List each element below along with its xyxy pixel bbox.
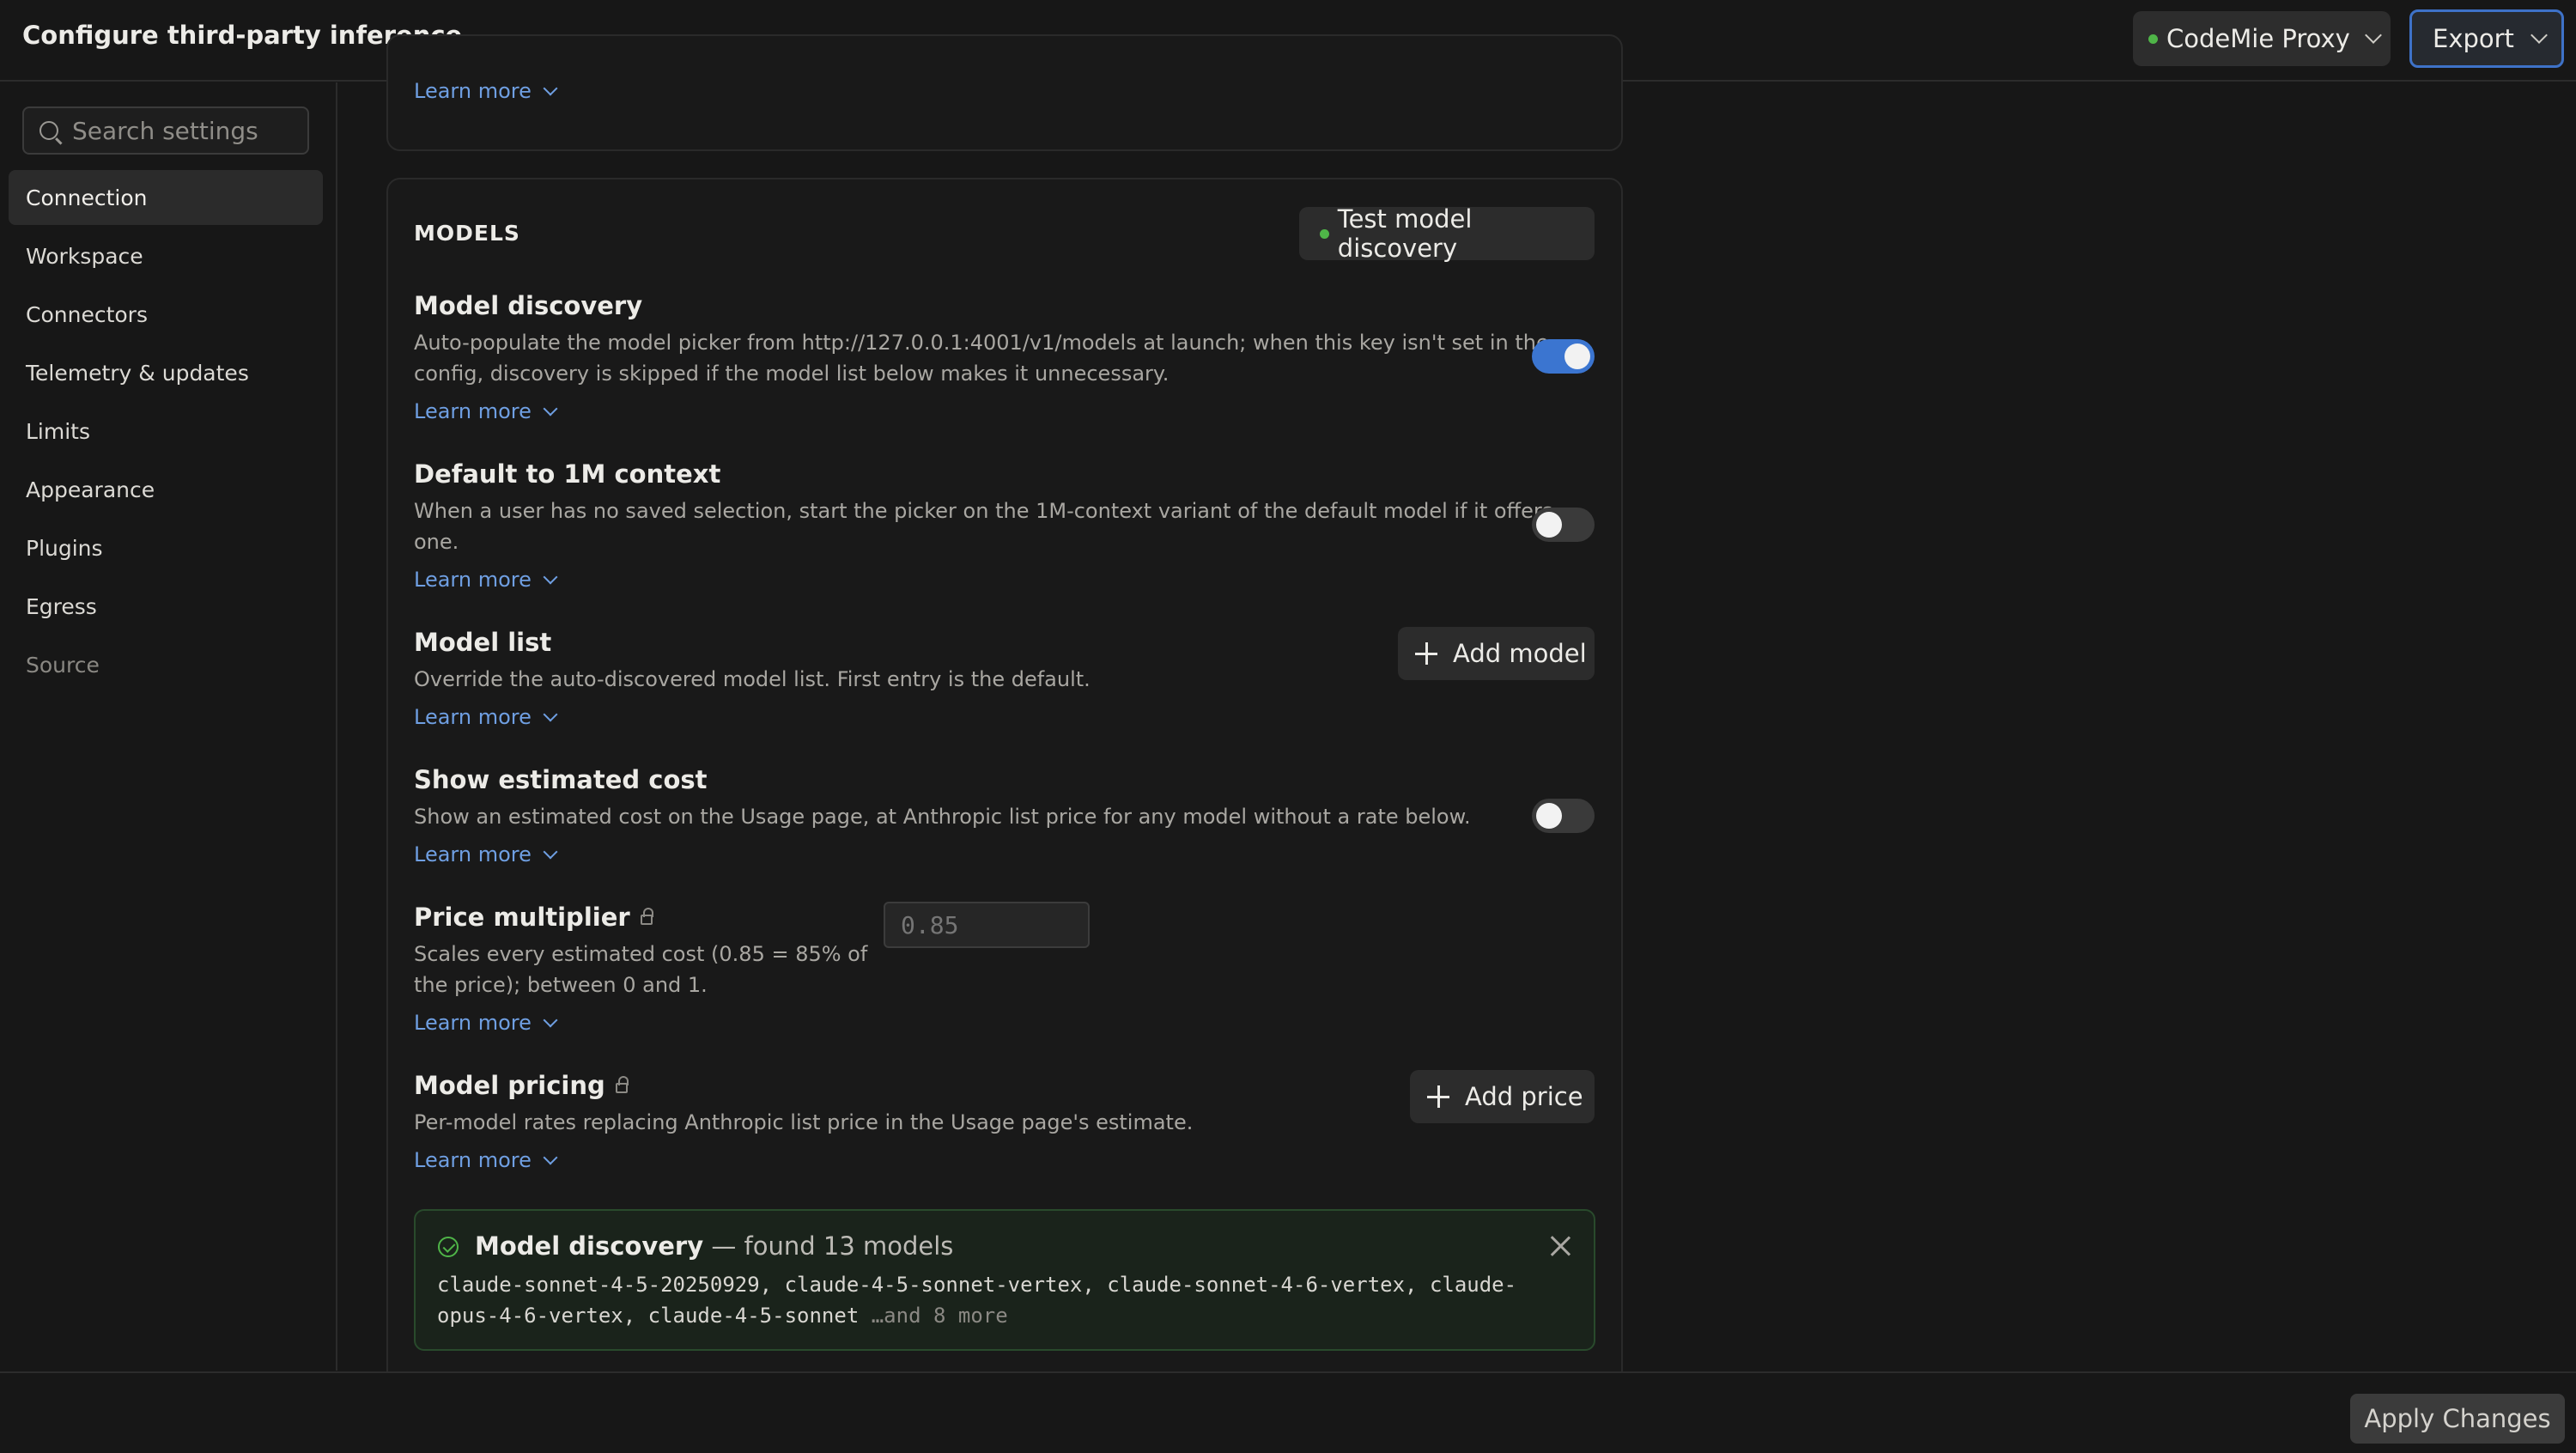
learn-more-link[interactable]: Learn more: [414, 1011, 558, 1035]
discovery-result-banner: Model discovery — found 13 models claude…: [414, 1209, 1595, 1351]
sidebar-item-workspace[interactable]: Workspace: [9, 228, 323, 283]
show-estimated-cost-toggle[interactable]: [1532, 799, 1595, 833]
sidebar-item-plugins[interactable]: Plugins: [9, 520, 323, 575]
test-model-discovery-button[interactable]: Test model discovery: [1299, 204, 1595, 263]
lock-icon: [615, 1076, 629, 1093]
add-model-button[interactable]: Add model: [1398, 627, 1595, 680]
learn-more-link[interactable]: Learn more: [414, 79, 558, 103]
default-1m-context-description: When a user has no saved selection, star…: [414, 495, 1552, 557]
chevron-down-icon: [543, 844, 558, 860]
desc-line: Scales every estimated cost (0.85 = 85% …: [414, 942, 868, 966]
learn-more-link[interactable]: Learn more: [414, 705, 558, 729]
learn-more-label: Learn more: [414, 705, 532, 729]
apply-changes-button[interactable]: Apply Changes: [2350, 1394, 2565, 1444]
learn-more-link[interactable]: Learn more: [414, 842, 558, 866]
add-price-button[interactable]: Add price: [1410, 1070, 1595, 1123]
models-line: opus-4-6-vertex, claude-4-5-sonnet …and …: [437, 1300, 1553, 1331]
search-box[interactable]: [22, 106, 309, 155]
profile-label: CodeMie Proxy: [2166, 24, 2350, 53]
model-pricing-description: Per-model rates replacing Anthropic list…: [414, 1110, 1194, 1134]
default-1m-context-toggle[interactable]: [1532, 508, 1595, 542]
chevron-down-icon: [543, 1012, 558, 1028]
default-1m-context-title: Default to 1M context: [414, 459, 721, 489]
learn-more-label: Learn more: [414, 79, 532, 103]
desc-line: Auto-populate the model picker from http…: [414, 331, 1549, 355]
chevron-down-icon: [543, 81, 558, 96]
price-multiplier-description: Scales every estimated cost (0.85 = 85% …: [414, 939, 867, 1000]
plus-icon: [1427, 1085, 1449, 1108]
models-line: claude-sonnet-4-5-20250929, claude-4-5-s…: [437, 1273, 1517, 1297]
chevron-down-icon: [543, 707, 558, 722]
model-list-title: Model list: [414, 628, 552, 657]
sidebar-item-telemetry[interactable]: Telemetry & updates: [9, 345, 323, 400]
export-label: Export: [2433, 24, 2514, 53]
price-multiplier-label: Price multiplier: [414, 903, 630, 932]
model-discovery-title: Model discovery: [414, 291, 643, 320]
chevron-down-icon: [543, 1150, 558, 1165]
check-circle-icon: [438, 1237, 459, 1257]
desc-line: config, discovery is skipped if the mode…: [414, 362, 1170, 386]
learn-more-link[interactable]: Learn more: [414, 568, 558, 592]
learn-more-label: Learn more: [414, 1148, 532, 1172]
search-input[interactable]: [72, 116, 295, 145]
sidebar-item-source[interactable]: Source: [9, 637, 323, 692]
sidebar-item-appearance[interactable]: Appearance: [9, 462, 323, 517]
toggle-knob: [1536, 803, 1562, 829]
sidebar-nav: Connection Workspace Connectors Telemetr…: [9, 170, 323, 696]
section-title: MODELS: [414, 221, 520, 246]
show-estimated-cost-description: Show an estimated cost on the Usage page…: [414, 805, 1471, 829]
models-text: opus-4-6-vertex, claude-4-5-sonnet: [437, 1304, 860, 1328]
add-model-label: Add model: [1453, 639, 1587, 668]
result-heading: Model discovery: [475, 1231, 704, 1261]
toggle-knob: [1536, 512, 1562, 538]
add-price-label: Add price: [1465, 1082, 1583, 1111]
footer-bar: Apply Changes: [0, 1371, 2576, 1453]
plus-icon: [1415, 642, 1437, 665]
lock-icon: [640, 908, 653, 925]
profile-selector[interactable]: CodeMie Proxy: [2133, 11, 2391, 66]
price-multiplier-title: Price multiplier: [414, 903, 653, 932]
discovery-result-title: Model discovery — found 13 models: [475, 1231, 953, 1261]
previous-section-card: Learn more: [386, 34, 1623, 151]
learn-more-label: Learn more: [414, 842, 532, 866]
model-list-description: Override the auto-discovered model list.…: [414, 667, 1091, 691]
show-estimated-cost-title: Show estimated cost: [414, 765, 708, 794]
more-models-count: …and 8 more: [859, 1304, 1008, 1328]
price-multiplier-input[interactable]: [884, 902, 1090, 948]
learn-more-label: Learn more: [414, 399, 532, 423]
learn-more-label: Learn more: [414, 568, 532, 592]
export-button[interactable]: Export: [2409, 9, 2564, 68]
sidebar-item-limits[interactable]: Limits: [9, 404, 323, 459]
sidebar-item-connectors[interactable]: Connectors: [9, 287, 323, 342]
test-button-label: Test model discovery: [1337, 204, 1473, 263]
sidebar-item-connection[interactable]: Connection: [9, 170, 323, 225]
model-pricing-label: Model pricing: [414, 1071, 605, 1100]
chevron-down-icon: [2364, 27, 2382, 44]
sidebar-item-egress[interactable]: Egress: [9, 579, 323, 634]
result-count: — found 13 models: [703, 1231, 954, 1261]
chevron-down-icon: [543, 401, 558, 416]
desc-line: When a user has no saved selection, star…: [414, 499, 1553, 523]
learn-more-link[interactable]: Learn more: [414, 399, 558, 423]
search-icon: [39, 121, 58, 140]
discovered-models-list: claude-sonnet-4-5-20250929, claude-4-5-s…: [437, 1269, 1553, 1331]
desc-line: one.: [414, 530, 459, 554]
learn-more-label: Learn more: [414, 1011, 532, 1035]
model-pricing-title: Model pricing: [414, 1071, 629, 1100]
desc-line: the price); between 0 and 1.: [414, 973, 708, 997]
status-dot-icon: [1320, 228, 1329, 239]
toggle-knob: [1564, 343, 1590, 369]
model-discovery-description: Auto-populate the model picker from http…: [414, 327, 1549, 389]
chevron-down-icon: [543, 569, 558, 585]
status-dot-icon: [2148, 33, 2158, 44]
learn-more-link[interactable]: Learn more: [414, 1148, 558, 1172]
close-icon[interactable]: [1549, 1235, 1571, 1257]
model-discovery-toggle[interactable]: [1532, 339, 1595, 374]
chevron-down-icon: [2530, 27, 2548, 44]
sidebar: Connection Workspace Connectors Telemetr…: [0, 82, 337, 1371]
